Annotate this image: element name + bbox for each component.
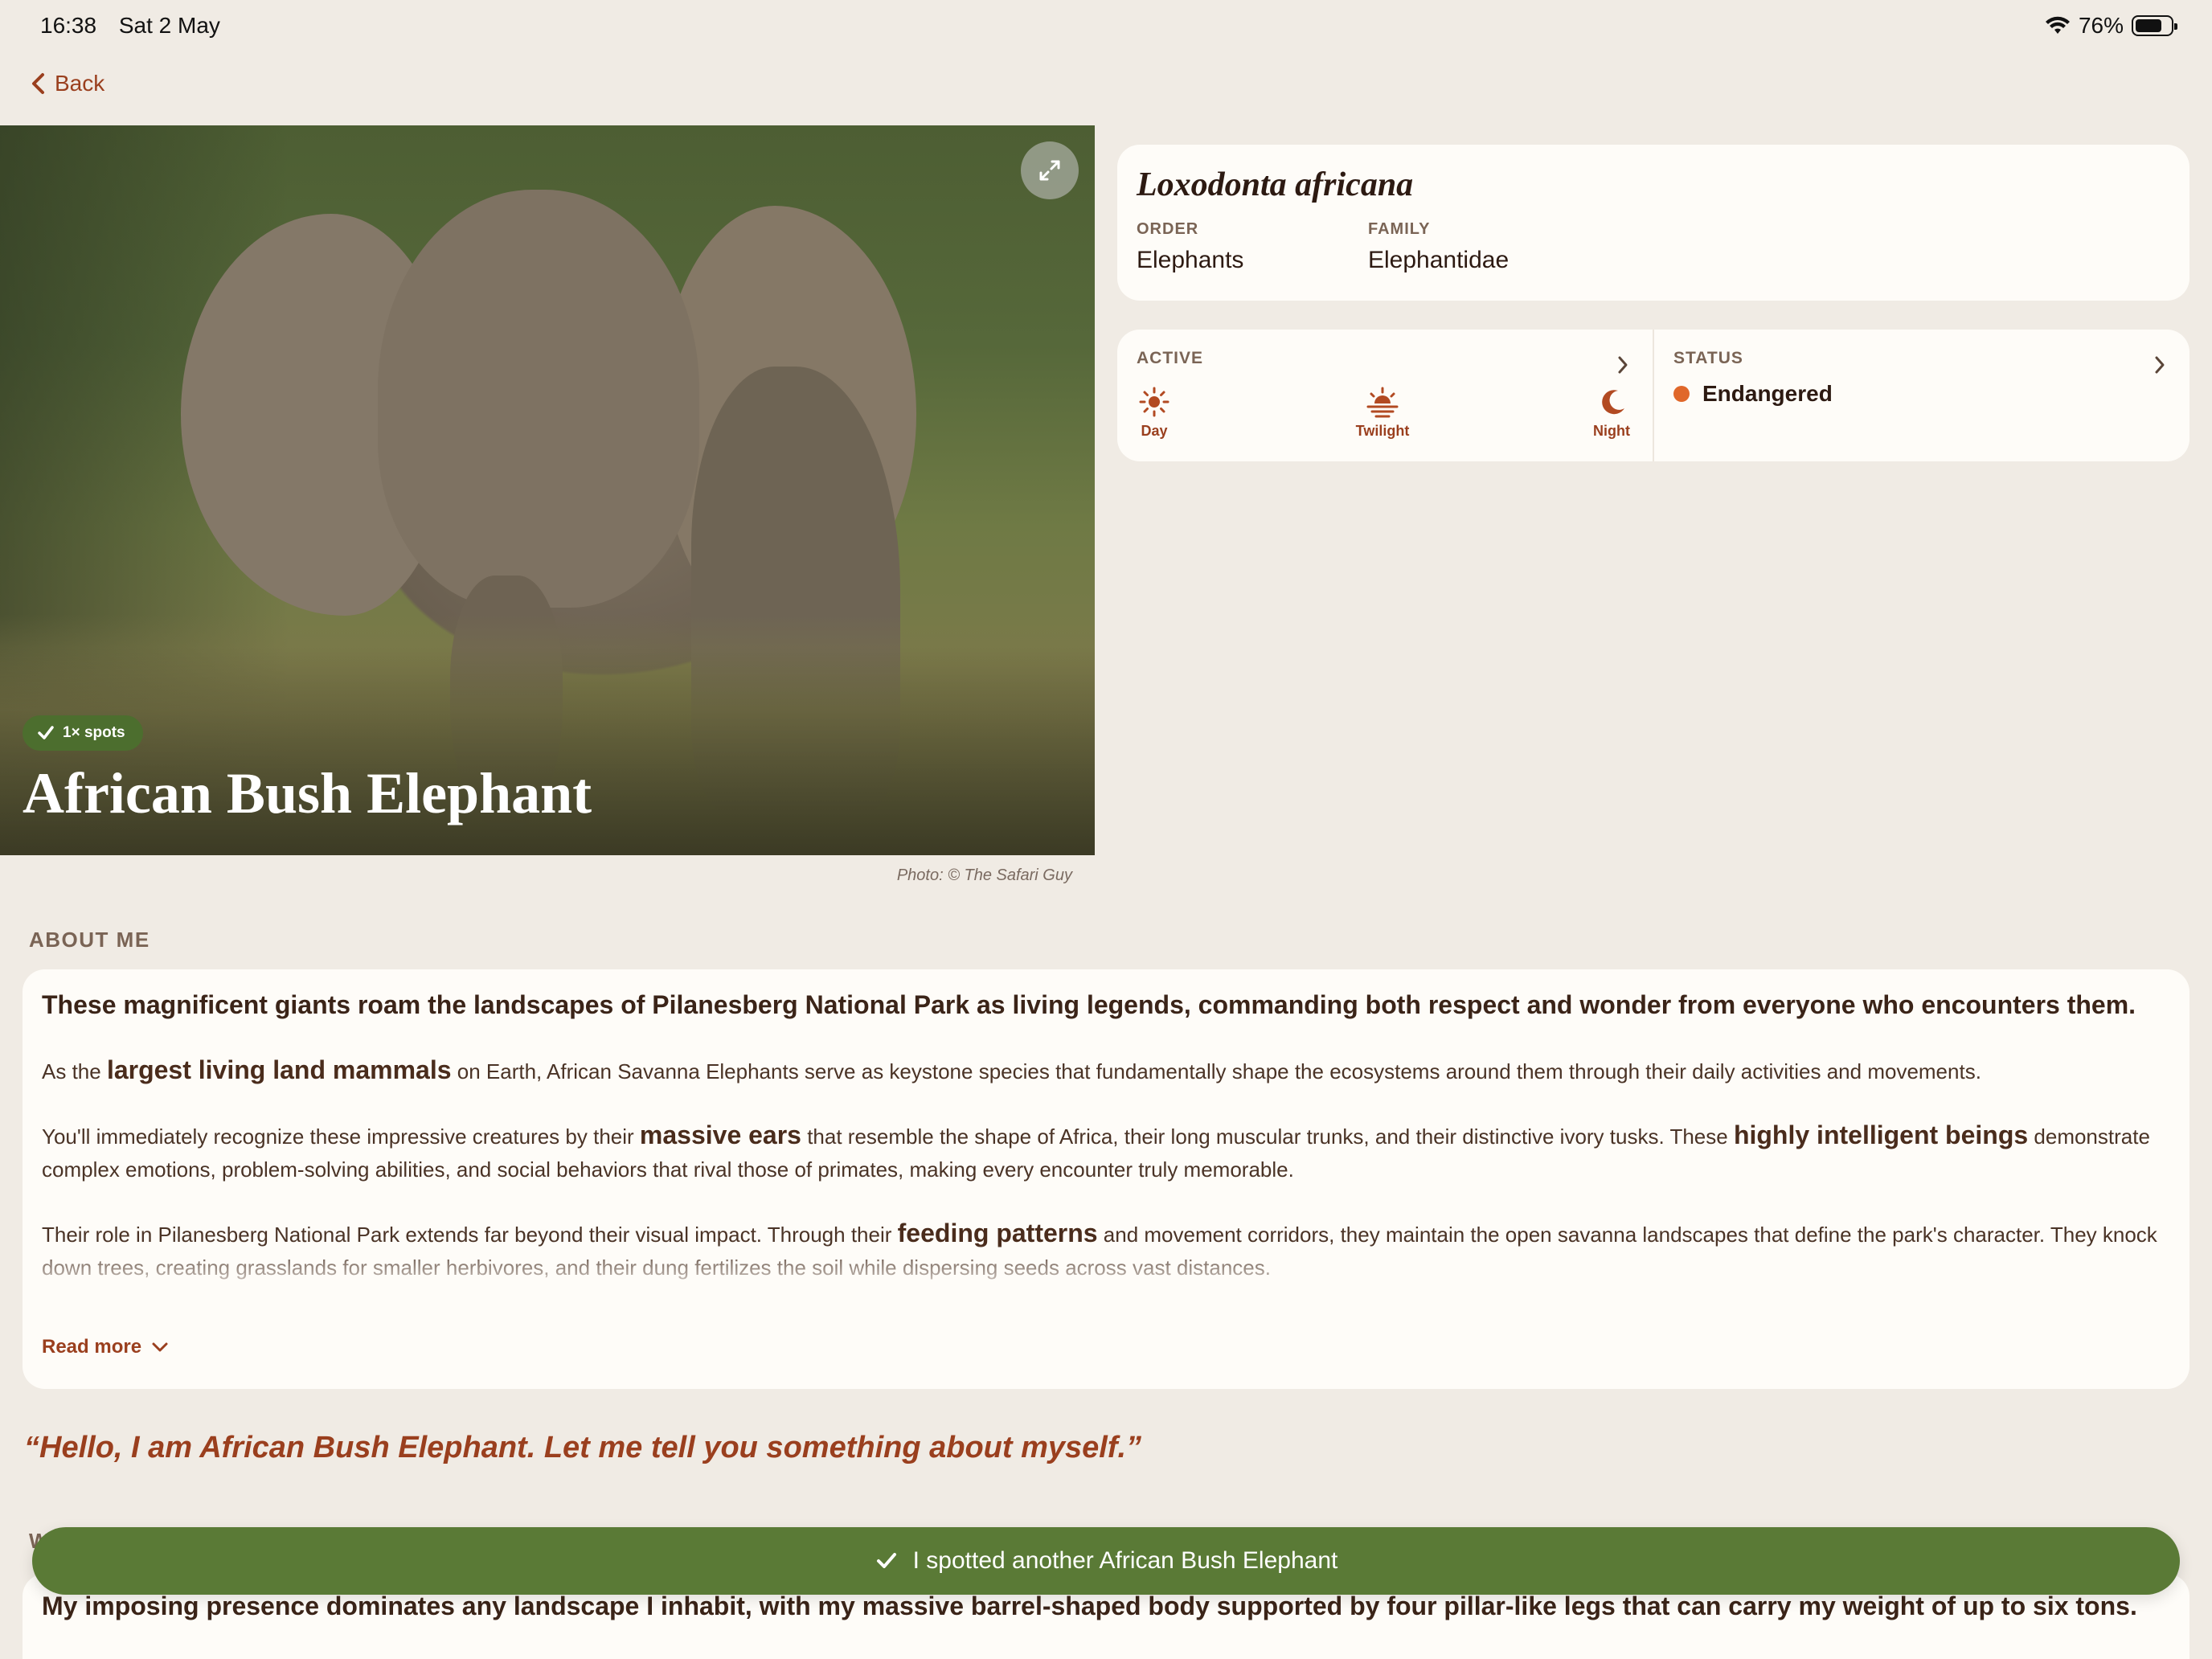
moon-icon [1602,390,1624,415]
status-time: 16:38 [40,13,97,38]
activity-day-label: Day [1141,423,1168,439]
spots-badge: 1× spots [23,715,143,751]
spots-count: 1× spots [63,724,125,741]
about-paragraph-2: You'll immediately recognize these impre… [42,1120,2150,1182]
read-more-label: Read more [42,1335,142,1358]
check-icon [38,726,54,739]
expand-icon [1039,160,1060,181]
read-more-button[interactable]: Read more [42,1336,169,1358]
spotted-again-label: I spotted another African Bush Elephant [912,1547,1338,1574]
status-bar: 16:38 Sat 2 May 76% [0,0,2212,51]
activity-day: Day [1137,384,1172,440]
status-label: STATUS [1673,349,1743,367]
photo-elephant-head [378,190,699,608]
about-paragraph-1: As the largest living land mammals on Ea… [42,1055,1981,1084]
order-value: Elephants [1137,247,1244,273]
hero-photo[interactable]: 1× spots African Bush Elephant [0,125,1095,855]
status-left: 16:38 Sat 2 May [40,13,236,39]
about-paragraph-3: Their role in Pilanesberg National Park … [42,1217,2170,1292]
activity-night: Night [1593,384,1630,440]
status-panel[interactable]: STATUS Endangered [1654,330,2189,461]
about-lead: These magnificent giants roam the landsc… [42,990,2136,1019]
chevron-down-icon [152,1342,168,1352]
status-right: 76% [2045,13,2177,39]
spotted-again-button[interactable]: I spotted another African Bush Elephant [32,1527,2180,1595]
chevron-left-icon [32,73,44,94]
family-label: FAMILY [1368,220,1431,238]
chevron-right-icon [2155,356,2165,374]
back-label: Back [55,71,105,96]
about-heading: ABOUT ME [29,928,150,952]
activity-twilight-label: Twilight [1355,423,1410,439]
activity-label: ACTIVE [1137,349,1204,367]
order-field: ORDER Elephants [1137,220,1368,274]
info-card: ACTIVE Day Twilight Night STATUS Endange… [1117,330,2189,461]
activity-panel[interactable]: ACTIVE Day Twilight Night [1117,330,1654,461]
wifi-icon [2045,16,2070,34]
next-section-text: My imposing presence dominates any lands… [42,1591,2137,1620]
status-date: Sat 2 May [118,13,220,38]
order-label: ORDER [1137,220,1199,238]
family-field: FAMILY Elephantidae [1368,220,1600,274]
expand-photo-button[interactable] [1021,141,1079,199]
family-value: Elephantidae [1368,247,1509,273]
sunset-icon [1366,387,1399,418]
back-button[interactable]: Back [31,71,104,96]
activity-twilight: Twilight [1355,384,1410,440]
scientific-name: Loxodonta africana [1137,166,1414,203]
battery-percent: 76% [2078,13,2124,38]
battery-icon [2132,15,2177,36]
status-value: Endangered [1702,381,1833,406]
activity-night-label: Night [1593,423,1630,439]
photo-credit: Photo: © The Safari Guy [896,866,1072,884]
status-dot [1673,386,1690,402]
animal-title: African Bush Elephant [23,761,592,825]
intro-quote: “Hello, I am African Bush Elephant. Let … [24,1431,1142,1464]
chevron-right-icon [1618,356,1628,374]
sun-icon [1139,387,1169,417]
taxonomy-card: Loxodonta africana ORDER Elephants FAMIL… [1117,145,2189,301]
about-card: These magnificent giants roam the landsc… [23,969,2189,1389]
check-icon [876,1553,896,1568]
